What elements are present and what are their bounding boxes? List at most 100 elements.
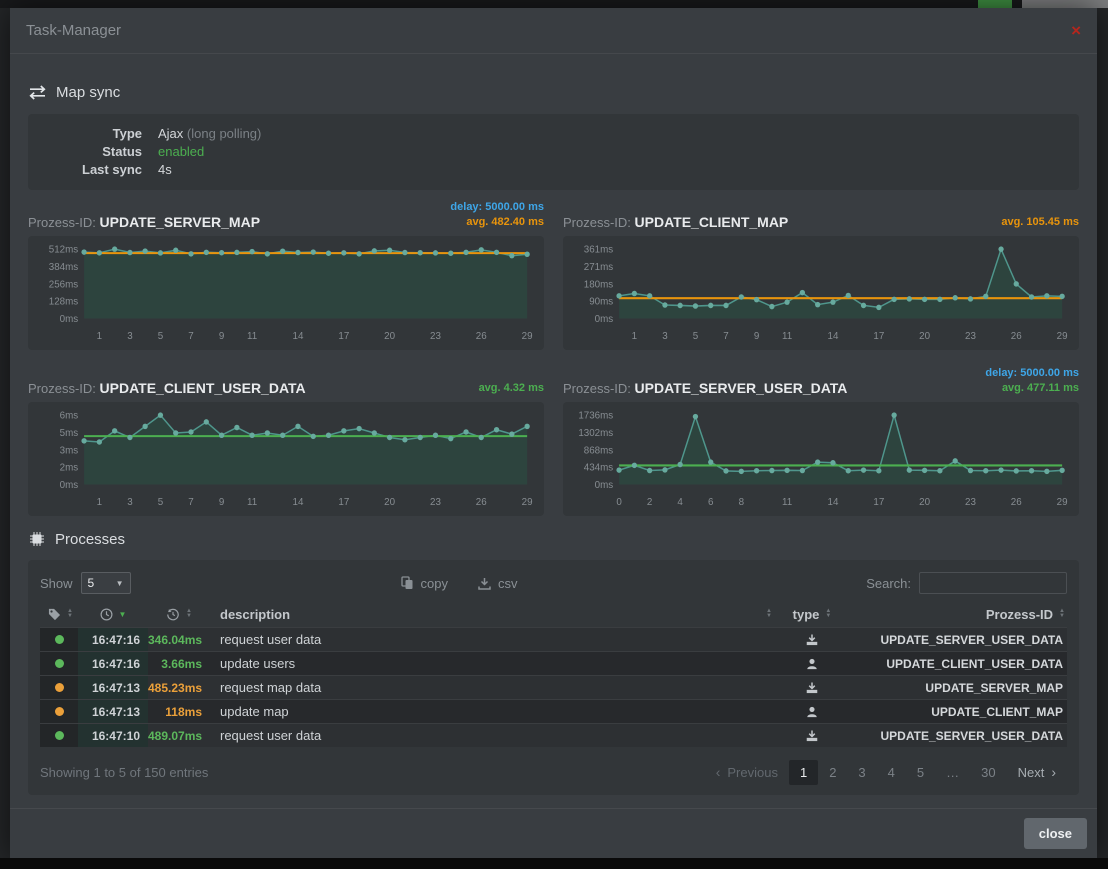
pagination: ‹ Previous12345…30Next › (705, 759, 1067, 785)
table-controls: Show 5 ▼ copy csv (40, 569, 1067, 597)
svg-text:2: 2 (647, 497, 653, 508)
time-cell: 16:47:16 (78, 652, 148, 675)
svg-text:11: 11 (782, 497, 793, 508)
chart-block-update_client_map: Prozess-ID: UPDATE_CLIENT_MAPavg. 105.45… (563, 196, 1079, 350)
svg-text:23: 23 (430, 497, 441, 508)
svg-text:3ms: 3ms (60, 445, 79, 456)
search-input[interactable] (919, 572, 1067, 594)
description-cell: update users (210, 656, 772, 671)
chart-panel: 361ms271ms180ms90ms0ms135791114172023262… (563, 236, 1079, 350)
info-label: Status (28, 143, 158, 161)
chart-svg: 1736ms1302ms868ms434ms0ms024681114172023… (573, 407, 1069, 511)
pagination-page-1[interactable]: 1 (789, 760, 818, 785)
map-sync-heading: Map sync (28, 84, 1079, 101)
svg-text:3: 3 (662, 331, 668, 342)
prozess-id-column-label: Prozess-ID (986, 607, 1053, 622)
server-type-icon (806, 634, 818, 646)
charts-grid: Prozess-ID: UPDATE_SERVER_MAP delay: 5000… (28, 196, 1079, 516)
pagination-next[interactable]: Next › (1007, 759, 1067, 785)
status-value: enabled (158, 143, 204, 161)
showing-entries-text: Showing 1 to 5 of 150 entries (40, 765, 208, 780)
table-header-row: ▲▼ ▼ ▲▼ (40, 601, 1067, 627)
svg-text:180ms: 180ms (584, 279, 613, 290)
svg-text:5: 5 (693, 331, 699, 342)
clock-icon (100, 608, 113, 621)
pagination-page-5[interactable]: 5 (906, 760, 935, 785)
modal-body: Map sync Type Ajax (long polling) Status… (10, 54, 1097, 808)
chart-delay-text: delay: 5000.00 ms (450, 200, 544, 215)
processes-heading: Processes (28, 530, 1079, 548)
chart-svg: 6ms5ms3ms2ms0ms1357911141720232629 (38, 407, 534, 511)
svg-text:6: 6 (708, 497, 714, 508)
status-cell (40, 628, 78, 651)
type-column-label: type (793, 607, 820, 622)
close-button[interactable]: close (1024, 818, 1087, 849)
svg-text:0ms: 0ms (595, 314, 614, 325)
chart-avg-text: avg. 482.40 ms (450, 215, 544, 230)
map-sync-icon (28, 85, 47, 100)
prozess-id-cell: UPDATE_SERVER_USER_DATA (852, 633, 1067, 647)
info-row-type: Type Ajax (long polling) (28, 125, 1079, 143)
pagination-previous[interactable]: ‹ Previous (705, 759, 789, 785)
pagination-page-4[interactable]: 4 (877, 760, 906, 785)
chart-avg-text: avg. 105.45 ms (1001, 215, 1079, 230)
column-header-duration[interactable]: ▲▼ (148, 608, 210, 621)
chart-title: Prozess-ID: UPDATE_SERVER_MAP (28, 214, 260, 230)
pagination-page-30[interactable]: 30 (970, 760, 1006, 785)
table-row[interactable]: 16:47:13485.23msrequest map dataUPDATE_S… (40, 675, 1067, 699)
chevron-right-icon: › (1051, 764, 1056, 780)
svg-text:23: 23 (965, 497, 976, 508)
csv-button[interactable]: csv (478, 576, 518, 591)
chart-title-value: UPDATE_SERVER_USER_DATA (635, 380, 848, 396)
chart-panel: 6ms5ms3ms2ms0ms1357911141720232629 (28, 402, 544, 516)
pagination-page-3[interactable]: 3 (847, 760, 876, 785)
chart-head: Prozess-ID: UPDATE_SERVER_USER_DATAdelay… (563, 362, 1079, 402)
duration-cell: 118ms (148, 705, 210, 719)
svg-text:17: 17 (873, 331, 884, 342)
table-row[interactable]: 16:47:10489.07msrequest user dataUPDATE_… (40, 723, 1067, 747)
svg-text:14: 14 (293, 497, 304, 508)
chart-block-update_server_user_data: Prozess-ID: UPDATE_SERVER_USER_DATAdelay… (563, 362, 1079, 516)
svg-text:23: 23 (965, 331, 976, 342)
duration-cell: 3.66ms (148, 657, 210, 671)
background-scrollbar-segment (1022, 0, 1108, 8)
chart-stats: avg. 105.45 ms (1001, 215, 1079, 230)
column-header-description[interactable]: description ▲▼ (210, 607, 772, 622)
column-header-prozess-id[interactable]: Prozess-ID ▲▼ (852, 607, 1067, 622)
info-row-status: Status enabled (28, 143, 1079, 161)
column-header-type[interactable]: type ▲▼ (772, 607, 852, 622)
svg-text:29: 29 (522, 497, 533, 508)
description-cell: request user data (210, 728, 772, 743)
pagination-page-2[interactable]: 2 (818, 760, 847, 785)
svg-text:29: 29 (1057, 497, 1068, 508)
chart-title-label: Prozess-ID: (28, 215, 100, 230)
status-dot (55, 683, 64, 692)
svg-text:17: 17 (873, 497, 884, 508)
column-header-status[interactable]: ▲▼ (40, 608, 78, 621)
svg-text:1302ms: 1302ms (578, 428, 613, 439)
duration-cell: 485.23ms (148, 681, 210, 695)
table-row[interactable]: 16:47:163.66msupdate usersUPDATE_CLIENT_… (40, 651, 1067, 675)
chart-delay-text: delay: 5000.00 ms (985, 366, 1079, 381)
sort-icon: ▲▼ (1059, 609, 1065, 619)
table-row[interactable]: 16:47:16346.04msrequest user dataUPDATE_… (40, 627, 1067, 651)
chart-title-value: UPDATE_CLIENT_USER_DATA (100, 380, 306, 396)
copy-button[interactable]: copy (401, 576, 448, 591)
csv-label: csv (498, 576, 518, 591)
table-row[interactable]: 16:47:13118msupdate mapUPDATE_CLIENT_MAP (40, 699, 1067, 723)
svg-text:384ms: 384ms (49, 262, 78, 273)
svg-text:26: 26 (476, 331, 487, 342)
last-sync-value: 4s (158, 161, 172, 179)
description-cell: request map data (210, 680, 772, 695)
chart-avg-text: avg. 4.32 ms (479, 381, 544, 396)
chevron-left-icon: ‹ (716, 764, 721, 780)
background-green-segment (978, 0, 1012, 8)
search-group: Search: (866, 572, 1067, 594)
show-entries-select[interactable]: 5 ▼ (81, 572, 131, 594)
svg-text:8: 8 (739, 497, 745, 508)
column-header-time[interactable]: ▼ (78, 608, 148, 621)
close-icon[interactable]: × (1071, 22, 1081, 39)
chart-title-label: Prozess-ID: (563, 215, 635, 230)
background-bottom-strip (0, 858, 1108, 869)
svg-text:3: 3 (127, 497, 133, 508)
